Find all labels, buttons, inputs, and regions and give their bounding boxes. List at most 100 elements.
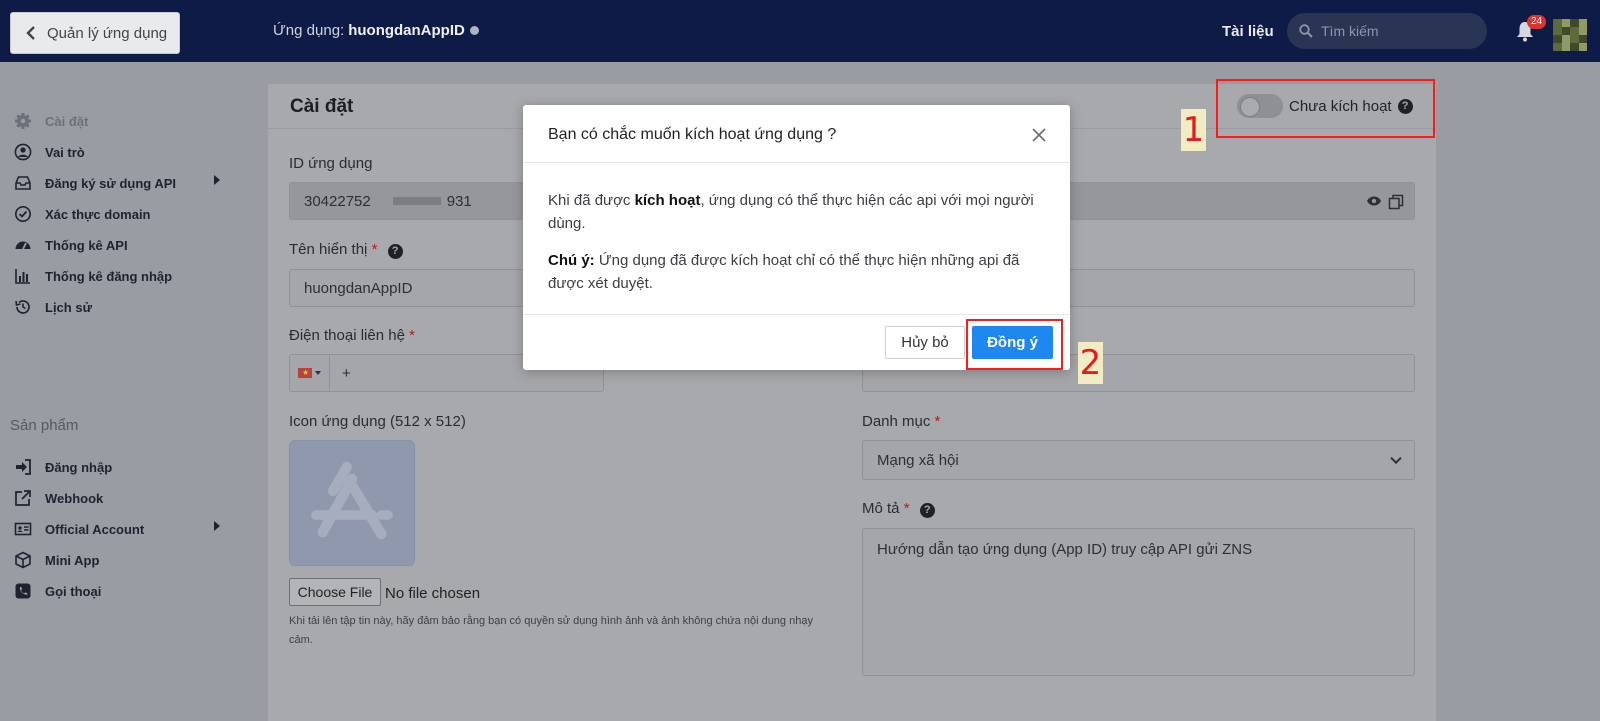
description-field[interactable]: Hướng dẫn tạo ứng dụng (App ID) truy cập… [862,528,1415,676]
category-value: Mạng xã hội [877,451,959,469]
modal-message: Khi đã được kích hoạt, ứng dụng có thể t… [548,189,1048,235]
step-number-2: 2 [1078,342,1103,384]
chevron-down-icon [315,371,321,375]
app-title-prefix: Ứng dụng: [273,22,345,39]
cube-icon [15,551,31,569]
display-name-label-text: Tên hiển thị [289,241,368,258]
description-value: Hướng dẫn tạo ứng dụng (App ID) truy cập… [877,541,1253,558]
id-card-icon [14,522,32,536]
inbox-icon [15,176,31,190]
user-icon [14,143,32,161]
sidebar-item-settings[interactable]: Cài đặt [14,110,88,132]
sidebar-item-api-registration[interactable]: Đăng ký sử dụng API [14,172,176,194]
sidebar-item-label: Đăng nhập [45,459,113,475]
description-label-text: Mô tả [862,500,900,517]
app-status-dot [469,26,479,35]
eye-icon[interactable] [1366,195,1382,207]
app-icon-preview [289,440,415,566]
chevron-down-icon [1390,452,1402,465]
history-icon [15,300,30,314]
sidebar-item-login-stats[interactable]: Thống kê đăng nhập [14,265,172,287]
sidebar-item-label: Đăng ký sử dụng API [45,175,177,191]
cancel-button[interactable]: Hủy bỏ [885,326,965,359]
activation-toggle[interactable] [1237,94,1283,118]
modal-title: Bạn có chắc muốn kích hoạt ứng dụng ? [548,126,837,143]
sidebar: Cài đặt Vai trò Đăng ký sử dụng API Xác … [0,62,240,721]
sidebar-item-official-account[interactable]: Official Account [14,518,144,540]
phone-prefix: + [342,364,351,382]
caret-right-icon[interactable] [214,175,220,185]
app-title: Ứng dụng: huongdanAppID [273,22,479,39]
caret-right-icon[interactable] [214,521,220,531]
activation-status: Chưa kích hoạt ? [1237,94,1413,118]
step-number-1: 1 [1181,109,1206,151]
activation-status-label: Chưa kích hoạt [1289,97,1392,115]
icon-label: Icon ứng dụng (512 x 512) [289,413,466,430]
sidebar-item-domain-verification[interactable]: Xác thực domain [14,203,151,225]
sidebar-item-label: Gọi thoại [45,583,102,599]
avatar[interactable] [1553,19,1587,51]
required-mark: * [903,500,910,517]
modal-note: Chú ý: Ứng dụng đã được kích hoạt chỉ có… [548,249,1048,295]
sidebar-item-login[interactable]: Đăng nhập [14,456,112,478]
app-id-start: 30422752 [304,192,371,210]
gauge-icon [15,241,31,250]
category-label-text: Danh mục [862,413,931,430]
sidebar-item-label: Official Account [45,521,145,537]
bar-chart-icon [15,269,30,284]
redacted-block [392,197,441,205]
required-mark: * [409,327,415,344]
sidebar-item-label: Thống kê API [45,237,128,253]
category-select[interactable]: Mạng xã hội [862,440,1415,480]
app-id-label: ID ứng dụng [289,155,373,172]
gear-icon [15,113,31,129]
back-to-app-manager-button[interactable]: Quản lý ứng dụng [10,12,180,54]
docs-link[interactable]: Tài liệu [1222,23,1274,40]
app-name: huongdanAppID [348,22,465,39]
sidebar-item-roles[interactable]: Vai trò [14,141,85,163]
category-label: Danh mục * [862,413,940,430]
phone-label: Điện thoại liên hệ * [289,327,415,344]
sidebar-item-label: Vai trò [45,144,85,160]
required-mark: * [934,413,941,430]
help-icon[interactable]: ? [919,502,935,518]
close-icon[interactable] [1031,127,1047,143]
modal-message-pre: Khi đã được [548,192,635,209]
sidebar-item-api-stats[interactable]: Thống kê API [14,234,128,256]
help-icon[interactable]: ? [1397,98,1413,114]
search-input[interactable] [1321,23,1471,39]
sidebar-item-history[interactable]: Lịch sử [14,296,92,318]
upload-note: Khi tải lên tập tin này, hãy đảm bảo rằn… [289,615,813,646]
search-icon [1299,24,1313,38]
sidebar-item-label: Webhook [45,490,104,506]
sidebar-item-label: Thống kê đăng nhập [45,268,173,284]
modal-body: Khi đã được kích hoạt, ứng dụng có thể t… [548,189,1048,309]
search-box[interactable] [1287,13,1487,49]
vietnam-flag-icon: ★ [298,368,312,378]
modal-header: Bạn có chắc muốn kích hoạt ứng dụng ? [523,105,1070,163]
top-navbar: Quản lý ứng dụng Ứng dụng: huongdanAppID… [0,0,1600,62]
sign-in-icon [16,459,31,475]
choose-file-button[interactable]: Choose File [289,578,381,606]
app-store-icon [311,461,393,540]
sidebar-item-label: Lịch sử [45,299,92,315]
products-section-title: Sản phẩm [10,417,79,434]
description-label: Mô tả * ? [862,500,935,518]
app-id-end: 931 [446,192,472,210]
sidebar-item-mini-app[interactable]: Mini App [14,549,99,571]
copy-icon[interactable] [1388,194,1404,210]
country-code-select[interactable]: ★ [290,355,330,391]
sidebar-item-label: Cài đặt [45,113,89,129]
sidebar-item-label: Mini App [45,552,100,568]
sidebar-item-webhook[interactable]: Webhook [14,487,103,509]
modal-note-label: Chú ý: [548,252,595,269]
help-icon[interactable]: ? [387,243,403,259]
phone-label-text: Điện thoại liên hệ [289,327,405,344]
file-status: No file chosen [385,585,481,602]
back-button-label: Quản lý ứng dụng [47,24,168,42]
modal-message-bold: kích hoạt [634,192,701,209]
sidebar-item-voice-call[interactable]: Gọi thoại [14,580,101,602]
display-name-label: Tên hiển thị * ? [289,241,403,259]
chevron-left-icon [26,26,35,40]
page-title: Cài đặt [290,96,354,117]
